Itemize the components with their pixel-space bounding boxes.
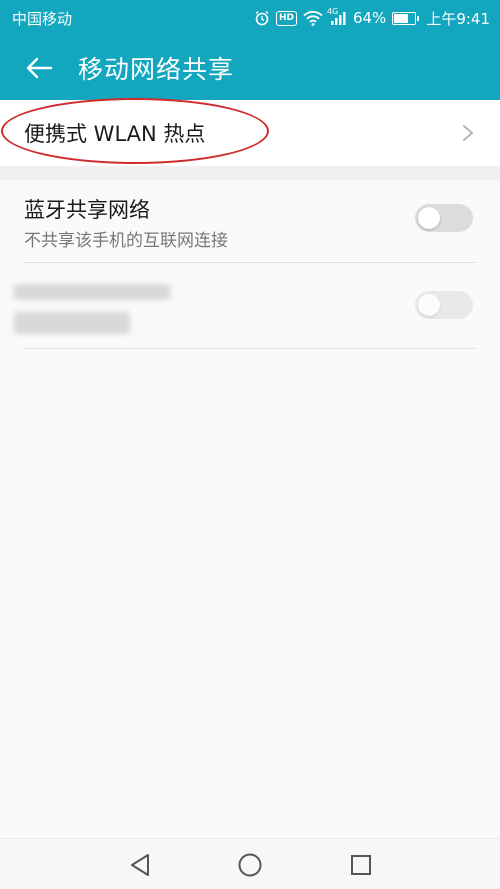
bluetooth-tethering-subtitle: 不共享该手机的互联网连接 (24, 231, 228, 251)
nav-home-button[interactable] (236, 851, 264, 879)
alarm-icon (254, 10, 270, 26)
back-arrow-icon (26, 57, 53, 79)
recents-square-icon (351, 855, 371, 875)
status-icons: HD 4G 64% 上午9:41 (254, 7, 490, 29)
page-title: 移动网络共享 (78, 55, 235, 84)
back-button[interactable] (14, 43, 64, 93)
signal-icon: 4G (327, 7, 347, 26)
usb-tethering-row[interactable] (0, 263, 500, 348)
title-bar: 移动网络共享 (0, 36, 500, 100)
battery-icon (392, 11, 420, 25)
bluetooth-tethering-toggle[interactable] (415, 204, 473, 232)
section-divider (0, 166, 500, 180)
network-type: 4G (326, 6, 339, 16)
blurred-subtitle (14, 312, 130, 334)
blurred-title (14, 284, 170, 300)
clock: 上午9:41 (426, 9, 490, 28)
toggle-knob (418, 207, 440, 229)
wlan-hotspot-label: 便携式 WLAN 热点 (24, 122, 206, 146)
bluetooth-tethering-title: 蓝牙共享网络 (24, 198, 150, 222)
status-bar: 中国移动 HD 4G 64% 上午9:41 (0, 0, 500, 36)
navigation-bar (0, 838, 500, 889)
wlan-hotspot-row[interactable]: 便携式 WLAN 热点 (0, 100, 500, 166)
usb-tethering-toggle[interactable] (415, 291, 473, 319)
back-triangle-icon (131, 854, 149, 876)
wifi-icon (303, 10, 323, 26)
divider (24, 348, 476, 349)
bluetooth-tethering-row[interactable]: 蓝牙共享网络 不共享该手机的互联网连接 (0, 180, 500, 262)
home-circle-icon (238, 853, 262, 877)
toggle-knob (418, 294, 440, 316)
nav-recents-button[interactable] (347, 851, 375, 879)
battery-percent: 64% (352, 9, 387, 27)
nav-back-button[interactable] (126, 851, 154, 879)
chevron-right-icon (463, 125, 473, 141)
hd-icon: HD (275, 10, 297, 26)
carrier-name: 中国移动 (12, 9, 73, 28)
